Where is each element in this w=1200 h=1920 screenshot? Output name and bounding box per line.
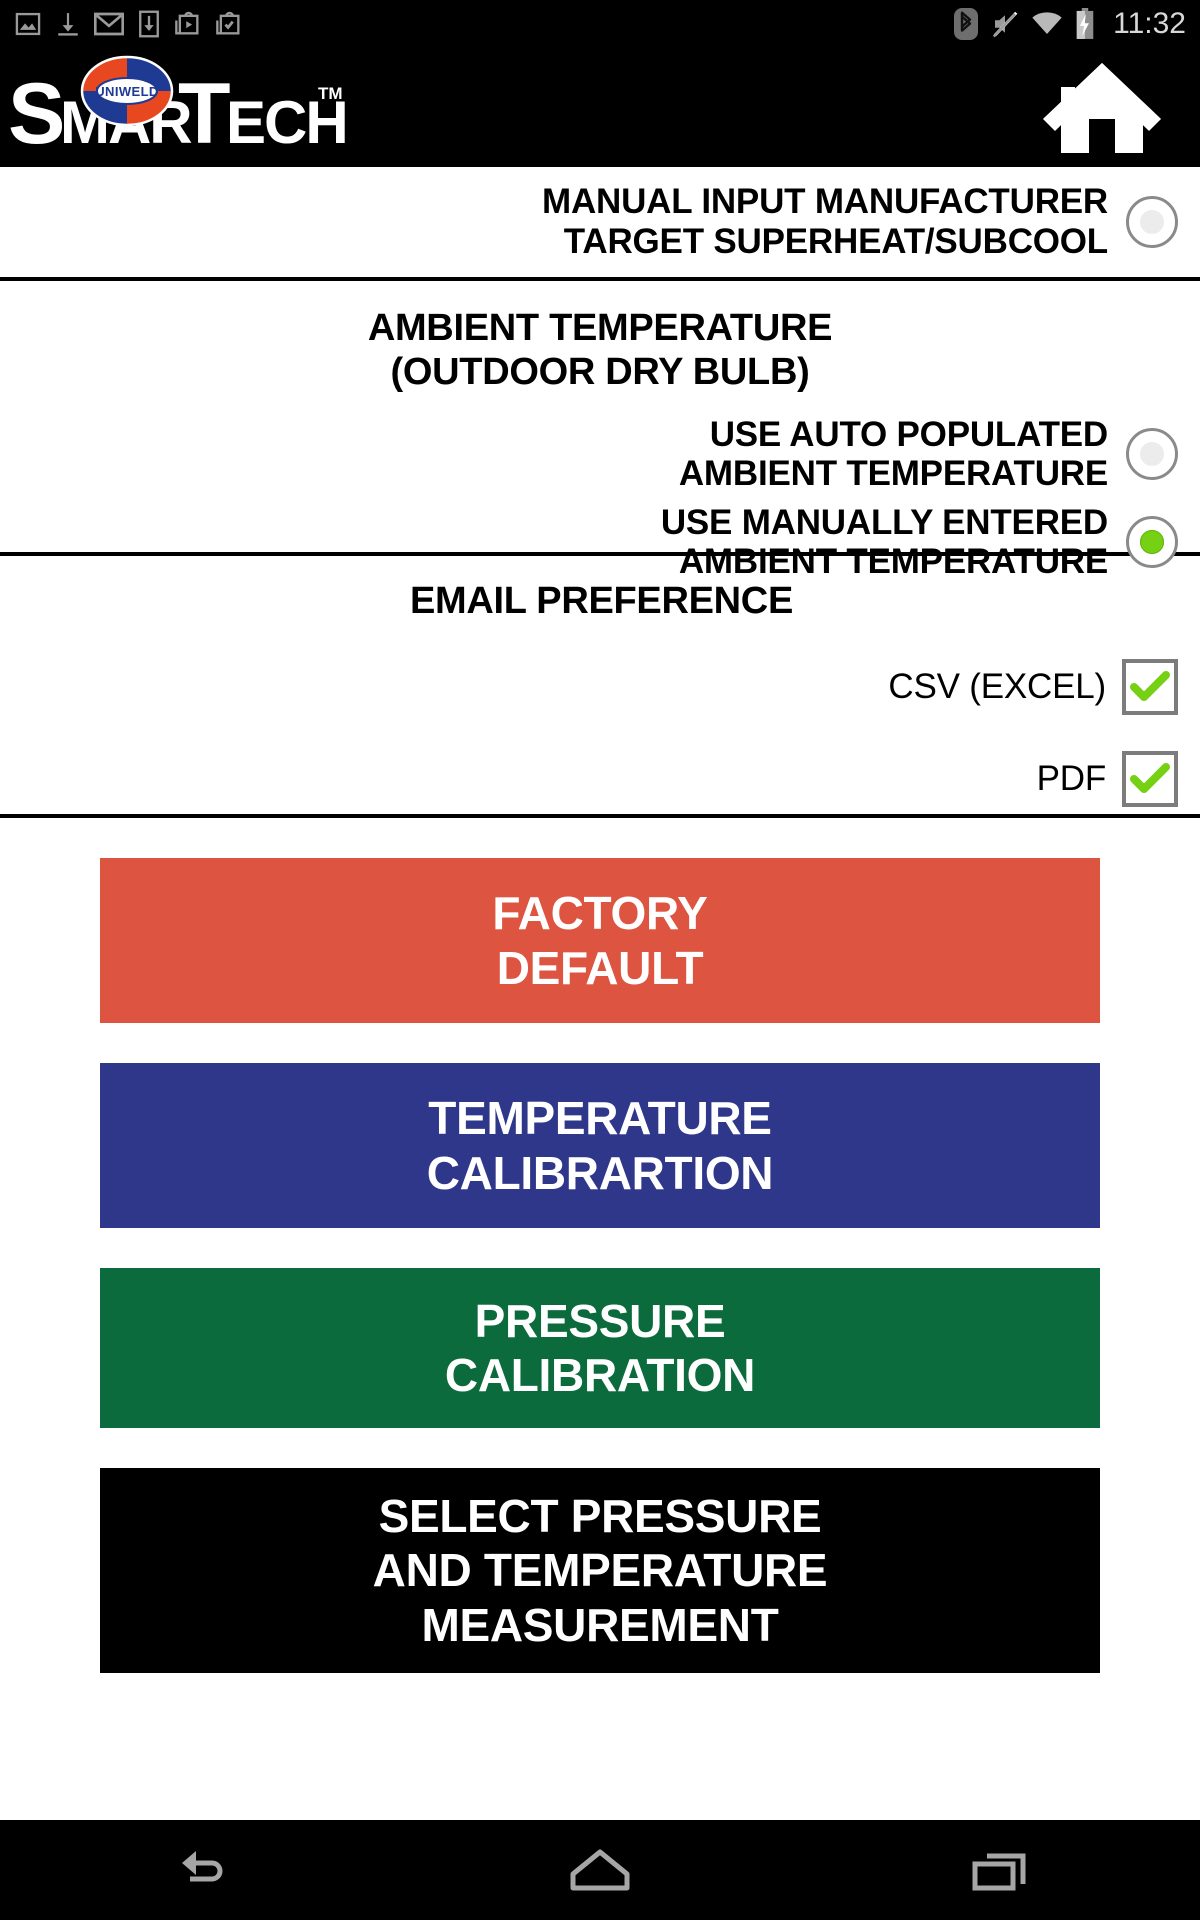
ambient-temperature-title: AMBIENT TEMPERATURE (OUTDOOR DRY BULB) bbox=[367, 307, 833, 393]
recents-icon bbox=[972, 1853, 1026, 1891]
android-navigation-bar bbox=[0, 1820, 1200, 1920]
ambient-auto-row[interactable]: USE AUTO POPULATED AMBIENT TEMPERATURE bbox=[0, 410, 1200, 498]
manual-input-radio[interactable] bbox=[1126, 196, 1178, 248]
svg-text:S: S bbox=[8, 66, 62, 162]
pressure-calibration-button[interactable]: PRESSURE CALIBRATION bbox=[100, 1268, 1100, 1428]
section-manual-input: MANUAL INPUT MANUFACTURER TARGET SUPERHE… bbox=[0, 167, 1200, 281]
ambient-manual-radio[interactable] bbox=[1126, 516, 1178, 569]
phone-download-icon bbox=[139, 10, 159, 37]
email-pdf-checkbox[interactable] bbox=[1122, 751, 1178, 807]
home-icon bbox=[570, 1849, 630, 1891]
email-csv-label: CSV (EXCEL) bbox=[888, 667, 1106, 707]
svg-text:TM: TM bbox=[318, 84, 343, 103]
download-icon bbox=[58, 12, 78, 36]
email-csv-row[interactable]: CSV (EXCEL) bbox=[0, 641, 1200, 733]
play-store-download-icon bbox=[175, 11, 199, 34]
manual-input-row[interactable]: MANUAL INPUT MANUFACTURER TARGET SUPERHE… bbox=[0, 167, 1200, 277]
smartech-logo: S MAR T ECH TM bbox=[8, 51, 358, 163]
status-bar-right-icons: 11:32 bbox=[953, 7, 1186, 41]
manual-input-label: MANUAL INPUT MANUFACTURER TARGET SUPERHE… bbox=[542, 182, 1108, 261]
app-screen: 11:32 S MAR T ECH TM bbox=[0, 0, 1200, 1920]
battery-charging-icon bbox=[1076, 7, 1094, 39]
ambient-auto-label: USE AUTO POPULATED AMBIENT TEMPERATURE bbox=[678, 414, 1108, 494]
nav-recents-button[interactable] bbox=[890, 1820, 1110, 1920]
email-pdf-row[interactable]: PDF bbox=[0, 733, 1200, 825]
volume-mute-icon bbox=[992, 11, 1018, 37]
status-bar-left-icons bbox=[14, 10, 243, 38]
uniweld-badge: UNIWELD bbox=[80, 55, 174, 127]
check-icon bbox=[1130, 763, 1170, 793]
gmail-icon bbox=[94, 12, 124, 35]
check-icon bbox=[1130, 671, 1170, 701]
temperature-calibration-button[interactable]: TEMPERATURE CALIBRARTION bbox=[100, 1063, 1100, 1228]
email-csv-checkbox[interactable] bbox=[1122, 659, 1178, 715]
back-icon bbox=[182, 1851, 223, 1882]
nav-home-button[interactable] bbox=[490, 1820, 710, 1920]
svg-text:T: T bbox=[178, 66, 230, 162]
factory-default-button[interactable]: FACTORY DEFAULT bbox=[100, 858, 1100, 1023]
ambient-manual-label: USE MANUALLY ENTERED AMBIENT TEMPERATURE bbox=[660, 502, 1108, 582]
ambient-auto-radio[interactable] bbox=[1126, 428, 1178, 481]
wifi-icon bbox=[1032, 11, 1062, 34]
play-store-installed-icon bbox=[216, 11, 240, 34]
home-icon bbox=[1043, 63, 1161, 153]
action-button-list: FACTORY DEFAULT TEMPERATURE CALIBRARTION… bbox=[0, 818, 1200, 1673]
section-ambient-temperature: AMBIENT TEMPERATURE (OUTDOOR DRY BULB) U… bbox=[0, 281, 1200, 581]
svg-text:UNIWELD: UNIWELD bbox=[95, 84, 158, 99]
app-header: S MAR T ECH TM bbox=[0, 47, 1200, 167]
status-bar: 11:32 bbox=[0, 0, 1200, 47]
email-pdf-label: PDF bbox=[1036, 759, 1107, 799]
select-pressure-temperature-measurement-button[interactable]: SELECT PRESSURE AND TEMPERATURE MEASUREM… bbox=[100, 1468, 1100, 1673]
screenshot-icon bbox=[15, 12, 41, 35]
section-email-preference: EMAIL PREFERENCE CSV (EXCEL) PDF bbox=[0, 556, 1200, 818]
status-bar-clock: 11:32 bbox=[1113, 6, 1186, 40]
nav-back-button[interactable] bbox=[90, 1820, 310, 1920]
home-button[interactable] bbox=[1032, 52, 1172, 162]
bluetooth-icon bbox=[954, 7, 979, 40]
